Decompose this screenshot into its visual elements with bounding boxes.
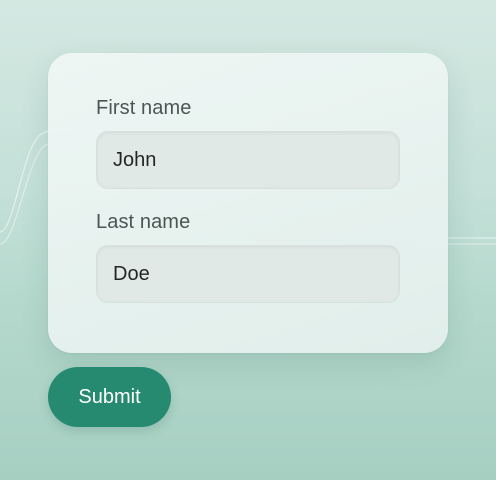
first-name-input[interactable] bbox=[96, 131, 400, 189]
first-name-label: First name bbox=[96, 97, 192, 119]
last-name-label: Last name bbox=[96, 211, 191, 233]
form-card: First name Last name bbox=[48, 53, 448, 353]
last-name-input[interactable] bbox=[96, 245, 400, 303]
submit-button[interactable]: Submit bbox=[48, 367, 171, 427]
